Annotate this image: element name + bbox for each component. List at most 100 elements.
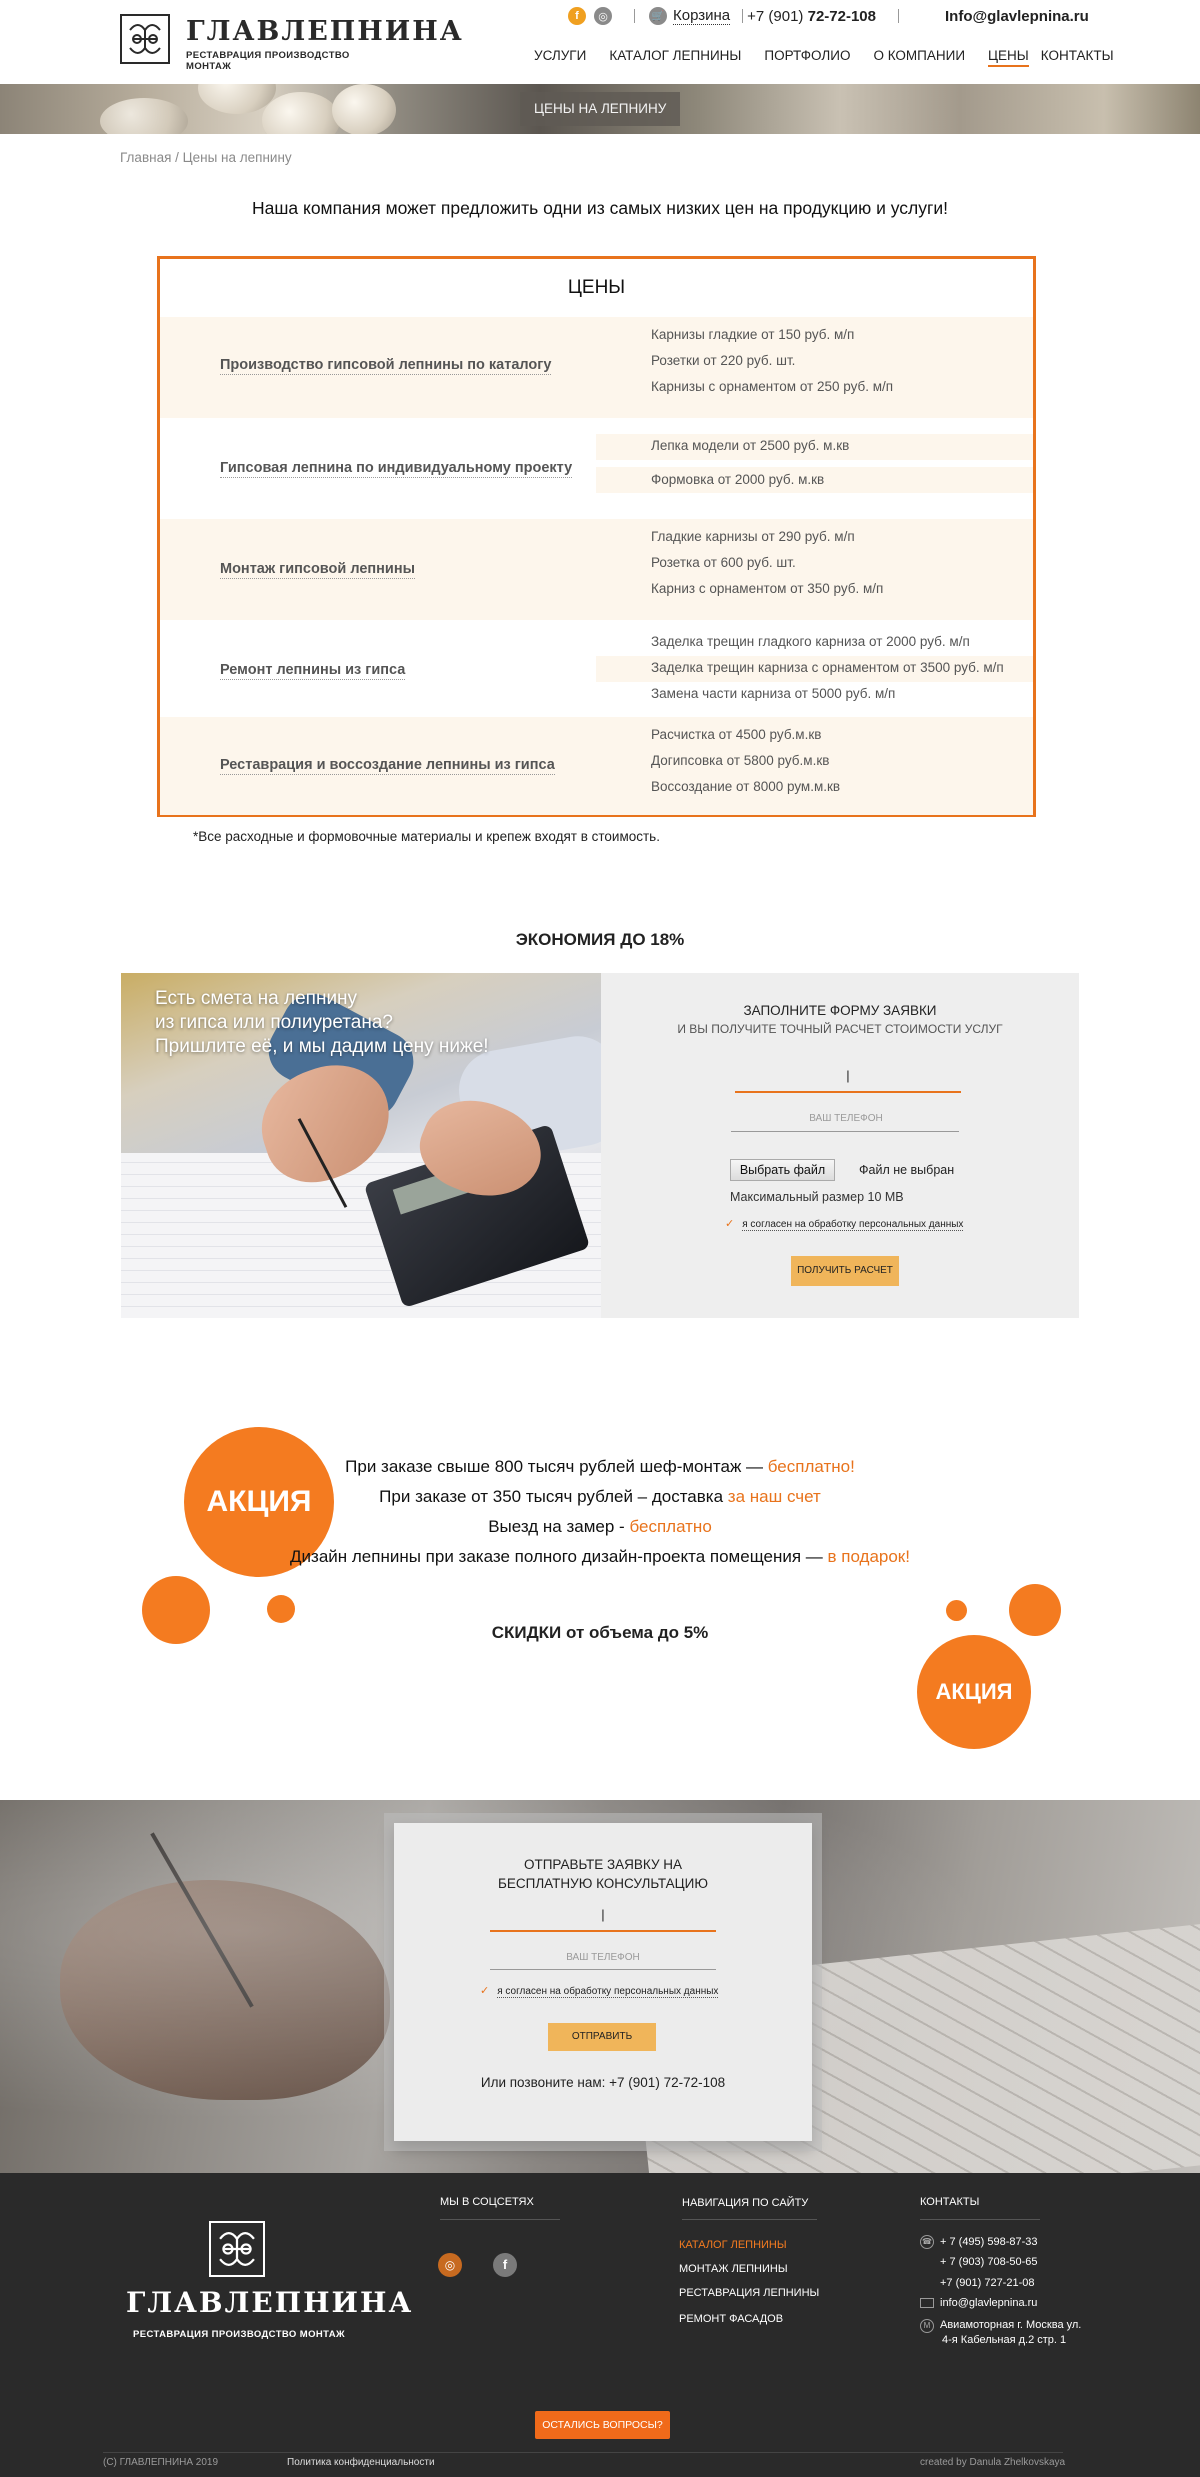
site-footer: ГЛАВЛЕПНИНА РЕСТАВРАЦИЯ ПРОИЗВОДСТВО МОН… bbox=[0, 2173, 1200, 2477]
phone-main: 72-72-108 bbox=[807, 7, 876, 25]
price-item: Карнизы с орнаментом от 250 руб. м/п bbox=[651, 379, 894, 394]
instagram-icon[interactable]: ◎ bbox=[594, 7, 612, 25]
nav-catalog[interactable]: Каталог лепнины bbox=[609, 48, 741, 67]
promo-highlight: бесплатно bbox=[629, 1517, 712, 1536]
divider bbox=[634, 9, 635, 23]
promo-text: При заказе от 350 тысяч рублей – доставк… bbox=[379, 1487, 728, 1506]
footer-phone[interactable]: +7 (901) 727-21-08 bbox=[940, 2277, 1034, 2289]
footer-facebook-icon[interactable]: f bbox=[493, 2253, 517, 2277]
page-banner-title: ЦЕНЫ НА ЛЕПНИНУ bbox=[520, 92, 681, 126]
nav-portfolio[interactable]: Портфолио bbox=[764, 48, 850, 67]
call-phone[interactable]: +7 (901) 72-72-108 bbox=[609, 2075, 725, 2090]
divider bbox=[742, 9, 744, 23]
footer-instagram-icon[interactable]: ◎ bbox=[438, 2253, 462, 2277]
estimate-phone-input[interactable]: ВАШ ТЕЛЕФОН bbox=[733, 1113, 959, 1124]
price-item: Догипсовка от 5800 руб.м.кв bbox=[651, 753, 830, 768]
privacy-policy-link[interactable]: Политика конфиденциальности bbox=[287, 2457, 435, 2468]
price-item: Расчистка от 4500 руб.м.кв bbox=[651, 727, 822, 742]
estimate-name-input[interactable]: | bbox=[735, 1068, 961, 1092]
decor-ball bbox=[100, 98, 188, 134]
decor-ball bbox=[332, 84, 396, 134]
consultation-form: ОТПРАВЬТЕ ЗАЯВКУ НА БЕСПЛАТНУЮ КОНСУЛЬТА… bbox=[394, 1823, 812, 2141]
cart-link[interactable]: Корзина bbox=[673, 7, 731, 25]
breadcrumb-home[interactable]: Главная bbox=[120, 150, 171, 165]
cart-icon[interactable]: 🛒 bbox=[649, 7, 667, 25]
estimate-form-title: ЗАПОЛНИТЕ ФОРМУ ЗАЯВКИ bbox=[743, 1003, 937, 1018]
nav-services[interactable]: Услуги bbox=[534, 48, 586, 67]
get-estimate-button[interactable]: ПОЛУЧИТЬ РАСЧЕТ bbox=[791, 1256, 899, 1286]
logo-wordmark: ГЛАВЛЕПНИНА bbox=[186, 16, 464, 47]
metro-icon: M bbox=[920, 2319, 934, 2333]
send-request-button[interactable]: ОТПРАВИТЬ bbox=[548, 2023, 656, 2051]
promo-line: Дизайн лепнины при заказе полного дизайн… bbox=[0, 1547, 1200, 1567]
phone-icon: ☎ bbox=[920, 2235, 934, 2249]
price-table-title: ЦЕНЫ bbox=[567, 277, 626, 298]
footer-address-line2: 4-я Кабельная д.2 стр. 1 bbox=[942, 2334, 1067, 2346]
footer-email[interactable]: info@glavlepnina.ru bbox=[940, 2297, 1037, 2309]
credits[interactable]: created by Danula Zhelkovskaya bbox=[920, 2457, 1065, 2468]
promo-text: При заказе свыше 800 тысяч рублей шеф-мо… bbox=[345, 1457, 768, 1476]
input-underline bbox=[490, 1930, 716, 1932]
price-item: Розетки от 220 руб. шт. bbox=[651, 353, 796, 368]
nav-contacts[interactable]: Контакты bbox=[1041, 48, 1114, 67]
estimate-photo: Есть смета на лепнину из гипса или полиу… bbox=[121, 973, 601, 1318]
price-row-label[interactable]: Производство гипсовой лепнины по каталог… bbox=[220, 357, 552, 375]
footer-logo-wordmark: ГЛАВЛЕПНИНА bbox=[126, 2286, 414, 2319]
call-us-text: Или позвоните нам: +7 (901) 72-72-108 bbox=[394, 2075, 812, 2090]
facebook-icon[interactable]: f bbox=[568, 7, 586, 25]
consent-label: я согласен на обработку персональных дан… bbox=[742, 1219, 964, 1231]
price-item: Заделка трещин карниза с орнаментом от 3… bbox=[651, 660, 1004, 675]
price-item: Карниз с орнаментом от 350 руб. м/п bbox=[651, 581, 884, 596]
price-row-label[interactable]: Гипсовая лепнина по индивидуальному прое… bbox=[220, 460, 573, 478]
footer-nav-installation[interactable]: МОНТАЖ ЛЕПНИНЫ bbox=[679, 2263, 788, 2275]
price-row-label[interactable]: Монтаж гипсовой лепнины bbox=[220, 561, 415, 579]
consultation-title-line1: ОТПРАВЬТЕ ЗАЯВКУ НА bbox=[523, 1857, 683, 1872]
file-status: Файл не выбран bbox=[859, 1163, 955, 1177]
consent-label: я согласен на обработку персональных дан… bbox=[497, 1986, 719, 1998]
questions-button[interactable]: ОСТАЛИСЬ ВОПРОСЫ? bbox=[535, 2411, 670, 2439]
consultation-title-line2: БЕСПЛАТНУЮ КОНСУЛЬТАЦИЮ bbox=[498, 1876, 708, 1891]
economy-title: ЭКОНОМИЯ ДО 18% bbox=[515, 930, 685, 949]
estimate-consent-checkbox[interactable]: ✓ я согласен на обработку персональных да… bbox=[725, 1217, 964, 1231]
price-row-label[interactable]: Ремонт лепнины из гипса bbox=[220, 662, 406, 680]
intro-text: Наша компания может предложить одни из с… bbox=[251, 198, 949, 218]
input-underline bbox=[735, 1091, 961, 1093]
header-email[interactable]: Info@glavlepnina.ru bbox=[945, 6, 1089, 26]
nav-prices[interactable]: Цены bbox=[988, 48, 1029, 67]
footer-phone[interactable]: + 7 (495) 598-87-33 bbox=[940, 2236, 1038, 2248]
footer-contacts-title: КОНТАКТЫ bbox=[920, 2196, 980, 2208]
divider bbox=[898, 9, 899, 23]
footer-nav-catalog[interactable]: КАТАЛОГ ЛЕПНИНЫ bbox=[679, 2239, 787, 2251]
choose-file-button[interactable]: Выбрать файл bbox=[730, 1159, 835, 1181]
breadcrumb: Главная / Цены на лепнину bbox=[120, 150, 292, 165]
mail-icon bbox=[920, 2298, 934, 2308]
consultation-consent-checkbox[interactable]: ✓ я согласен на обработку персональных да… bbox=[480, 1984, 719, 1998]
consultation-phone-input[interactable]: ВАШ ТЕЛЕФОН bbox=[490, 1952, 716, 1963]
promo-highlight: за наш счет bbox=[727, 1487, 821, 1506]
price-row-label[interactable]: Реставрация и воссоздание лепнины из гип… bbox=[220, 757, 555, 775]
footer-divider bbox=[103, 2452, 1063, 2453]
price-row: Монтаж гипсовой лепнины Гладкие карнизы … bbox=[160, 519, 1033, 620]
footer-nav-facades[interactable]: РЕМОНТ ФАСАДОВ bbox=[679, 2313, 783, 2325]
price-item: Лепка модели от 2500 руб. м.кв bbox=[651, 438, 850, 453]
promo-highlight: бесплатно! bbox=[767, 1457, 855, 1476]
footer-divider bbox=[682, 2219, 817, 2220]
footer-nav-restoration[interactable]: РЕСТАВРАЦИЯ ЛЕПНИНЫ bbox=[679, 2287, 819, 2299]
footer-nav-title: НАВИГАЦИЯ ПО САЙТУ bbox=[682, 2197, 809, 2209]
price-row: Реставрация и воссоздание лепнины из гип… bbox=[160, 717, 1033, 815]
nav-about[interactable]: О компании bbox=[873, 48, 965, 67]
decor-circle bbox=[267, 1595, 295, 1623]
consultation-name-input[interactable]: | bbox=[490, 1907, 716, 1931]
estimate-photo-text: Есть смета на лепнину из гипса или полиу… bbox=[155, 987, 489, 1059]
header-phone[interactable]: +7 (901) 72-72-108 bbox=[747, 8, 876, 25]
decor-ball bbox=[262, 92, 340, 134]
site-header: ГЛАВЛЕПНИНА РЕСТАВРАЦИЯ ПРОИЗВОДСТВО МОН… bbox=[0, 0, 1200, 84]
site-logo[interactable]: ГЛАВЛЕПНИНА РЕСТАВРАЦИЯ ПРОИЗВОДСТВО МОН… bbox=[120, 12, 462, 72]
footer-phone[interactable]: + 7 (903) 708-50-65 bbox=[940, 2256, 1038, 2268]
breadcrumb-current: Цены на лепнину bbox=[182, 150, 292, 165]
logo-tagline: РЕСТАВРАЦИЯ ПРОИЗВОДСТВО МОНТАЖ bbox=[186, 50, 350, 72]
call-prefix: Или позвоните нам: bbox=[480, 2075, 610, 2090]
file-size-limit: Максимальный размер 10 MB bbox=[730, 1190, 904, 1204]
price-row: Гипсовая лепнина по индивидуальному прое… bbox=[160, 418, 1033, 519]
phone-prefix: +7 (901) bbox=[747, 7, 808, 25]
